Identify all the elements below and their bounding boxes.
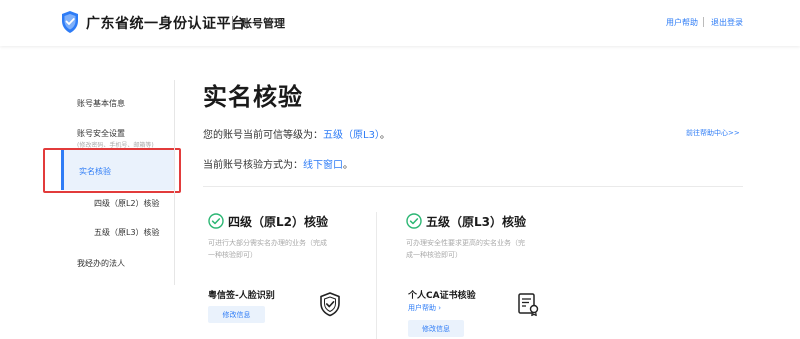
level4-title: 四级（原L2）核验 [228, 215, 328, 229]
verification-method-suffix: 。 [343, 160, 353, 171]
certificate-icon [518, 293, 539, 317]
sidebar-divider [174, 80, 175, 285]
face-recognition-method-title: 粤信签-人脸识别 [208, 291, 275, 301]
trust-level-label: 您的账号当前可信等级为： [203, 130, 323, 141]
level5-title: 五级（原L3）核验 [426, 215, 526, 229]
user-help-link[interactable]: 用户帮助 [666, 17, 698, 28]
platform-brand: 广东省统一身份认证平台 [86, 16, 246, 32]
verification-method-line: 当前账号核验方式为：线下窗口。 [203, 156, 353, 171]
page-title: 实名核验 [203, 83, 303, 111]
sidebar-item-security-settings[interactable]: 账号安全设置 [77, 128, 125, 139]
content-divider [203, 186, 743, 187]
trust-level-value: 五级（原L3） [323, 130, 380, 141]
level4-description-line2: 一种核验即可） [208, 251, 257, 259]
column-divider [376, 212, 377, 339]
trust-level-line: 您的账号当前可信等级为：五级（原L3）。 [203, 126, 390, 141]
level4-edit-info-button[interactable]: 修改信息 [208, 306, 265, 323]
header-link-divider [703, 17, 704, 27]
brand-divider [232, 16, 233, 30]
shield-check-icon [320, 292, 340, 317]
level5-description-line2: 成一种核验即可） [406, 251, 462, 259]
level5-edit-info-button[interactable]: 修改信息 [408, 320, 464, 337]
help-center-link[interactable]: 前往帮助中心>> [686, 128, 740, 138]
logout-link[interactable]: 退出登录 [711, 17, 743, 28]
verification-method-value: 线下窗口 [303, 160, 343, 171]
sidebar-item-level4-verification[interactable]: 四级（原L2）核验 [94, 198, 160, 209]
sidebar-item-level5-verification[interactable]: 五级（原L3）核验 [94, 227, 160, 238]
shield-check-icon [62, 11, 78, 33]
ca-certificate-method-title: 个人CA证书核验 [408, 291, 476, 301]
ca-user-help-link[interactable]: 用户帮助 › [408, 303, 441, 313]
sidebar-item-security-settings-sub: (修改密码、手机号、邮箱等) [77, 142, 154, 149]
sidebar-item-basic-info[interactable]: 账号基本信息 [77, 98, 125, 109]
annotation-highlight-box [43, 148, 181, 193]
verification-method-label: 当前账号核验方式为： [203, 160, 303, 171]
trust-level-suffix: 。 [379, 130, 390, 141]
level5-description-line1: 可办理安全性要求更高的实名业务（完 [406, 239, 525, 247]
sidebar-item-real-name-verification[interactable]: 实名核验 [79, 166, 111, 177]
level5-description: 可办理安全性要求更高的实名业务（完 成一种核验即可） [406, 237, 566, 261]
level4-description: 可进行大部分需实名办理的业务（完成 一种核验即可） [208, 237, 368, 261]
top-header: 广东省统一身份认证平台 账号管理 用户帮助 退出登录 [0, 0, 800, 46]
sidebar-item-legal-persons[interactable]: 我经办的法人 [77, 258, 125, 269]
section-title: 账号管理 [241, 17, 285, 30]
check-circle-icon [208, 213, 224, 229]
check-circle-icon [406, 213, 422, 229]
level4-description-line1: 可进行大部分需实名办理的业务（完成 [208, 239, 327, 247]
